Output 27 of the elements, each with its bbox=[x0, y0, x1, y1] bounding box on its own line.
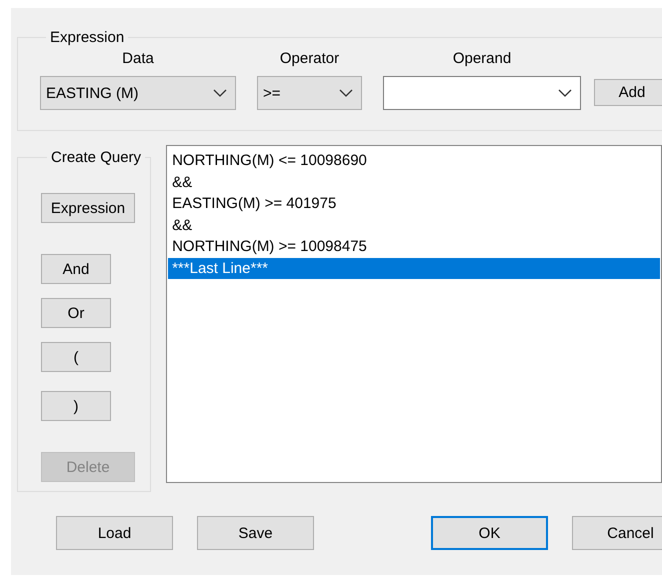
chevron-down-icon bbox=[339, 89, 353, 97]
dropdown[interactable]: EASTING (M) bbox=[40, 76, 236, 110]
field-label: Operator bbox=[280, 50, 340, 67]
chevron-down-icon bbox=[558, 89, 572, 97]
field-label: Data bbox=[122, 50, 154, 67]
query-button[interactable]: Or bbox=[41, 298, 111, 328]
group-title: Create Query bbox=[50, 149, 142, 166]
dialog-button[interactable]: Load bbox=[56, 516, 173, 550]
dialog-button[interactable]: Save bbox=[197, 516, 314, 550]
query-line[interactable]: NORTHING(M) >= 10098475 bbox=[168, 236, 660, 258]
query-list[interactable]: NORTHING(M) <= 10098690 && EASTING(M) >= 401975 && NORTHING(M) >= 10098475 ***Last Line*** bbox=[166, 145, 662, 483]
query-button[interactable]: ( bbox=[41, 342, 111, 372]
field-label: Operand bbox=[452, 50, 512, 67]
add-button[interactable]: Add bbox=[594, 79, 662, 106]
combo-field[interactable] bbox=[383, 76, 581, 110]
query-line[interactable]: && bbox=[168, 172, 660, 193]
dialog-button[interactable]: OK bbox=[431, 516, 548, 550]
dropdown[interactable]: >= bbox=[257, 76, 362, 110]
query-line[interactable]: EASTING(M) >= 401975 bbox=[168, 193, 660, 214]
group-title: Expression bbox=[49, 29, 126, 46]
chevron-down-icon bbox=[213, 89, 227, 97]
query-line[interactable]: && bbox=[168, 214, 660, 236]
query-button[interactable]: Expression bbox=[41, 193, 135, 223]
dialog-button[interactable]: Cancel bbox=[572, 516, 662, 550]
query-button[interactable]: And bbox=[41, 254, 111, 284]
query-button[interactable]: ) bbox=[41, 391, 111, 421]
query-line[interactable]: NORTHING(M) <= 10098690 bbox=[168, 150, 660, 172]
